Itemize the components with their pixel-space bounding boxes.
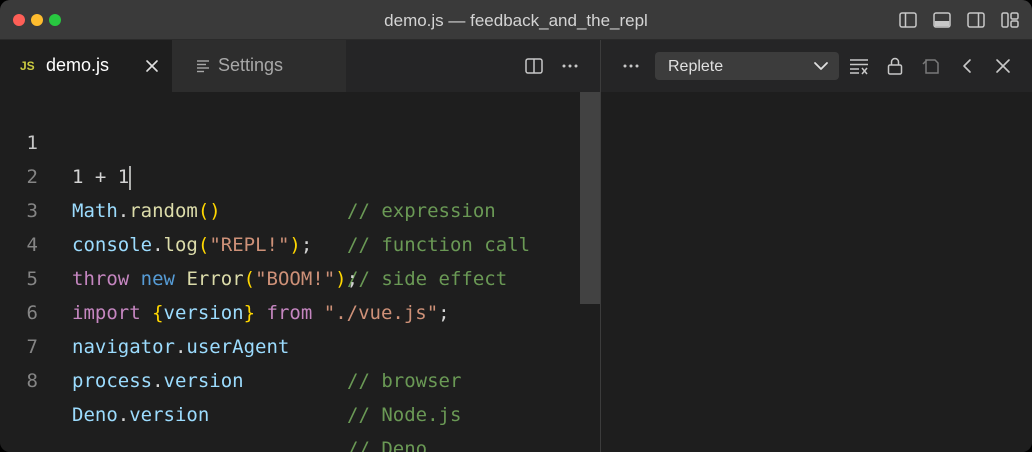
chevron-left-icon[interactable] [957, 56, 977, 76]
app-window: demo.js — feedback_and_the_repl JS demo.… [0, 0, 1032, 452]
editor-scrollbar[interactable] [580, 92, 600, 304]
output-channel-value: Replete [668, 58, 724, 75]
chevron-down-icon [813, 59, 829, 73]
more-actions-icon[interactable] [621, 56, 641, 76]
output-panel-body [601, 92, 1032, 452]
code-comment: // browser [347, 370, 462, 392]
split-editor-icon[interactable] [524, 56, 544, 76]
toggle-primary-sidebar-icon[interactable] [898, 10, 918, 30]
code-text: process.version [72, 370, 244, 392]
code-line: 1 1 + 1 // expression [0, 92, 580, 222]
customize-layout-icon[interactable] [1000, 10, 1020, 30]
tab-label: Settings [218, 55, 284, 75]
editor-actions [524, 56, 580, 76]
tab-settings[interactable]: Settings [172, 40, 346, 92]
code-editor[interactable]: 1 1 + 1 // expression 2 Math.random() //… [0, 92, 600, 452]
toggle-secondary-sidebar-icon[interactable] [966, 10, 986, 30]
code-line: 7 process.version // Node.js [0, 296, 580, 426]
line-number: 8 [26, 370, 38, 392]
code-line: 4 throw new Error("BOOM!"); [0, 194, 580, 290]
close-icon[interactable] [143, 57, 161, 75]
more-actions-icon[interactable] [560, 56, 580, 76]
tab-demo-js[interactable]: JS demo.js [0, 40, 172, 92]
output-channel-select[interactable]: Replete [655, 52, 839, 80]
output-panel-actions [849, 56, 1013, 76]
editor-tab-bar: JS demo.js Settings [0, 40, 600, 92]
settings-list-icon [196, 59, 210, 73]
window-title: demo.js — feedback_and_the_repl [384, 11, 648, 30]
toggle-panel-icon[interactable] [932, 10, 952, 30]
code-line: 5 import {version} from "./vue.js"; [0, 228, 580, 324]
output-panel-header: Replete [601, 40, 1032, 92]
code-text: Deno.version [72, 404, 210, 426]
code-comment: // Node.js [347, 404, 462, 426]
title-bar: demo.js — feedback_and_the_repl [0, 0, 1032, 40]
code-line: 6 navigator.userAgent // browser [0, 262, 580, 392]
code-line: 2 Math.random() // function call [0, 126, 580, 256]
lock-icon[interactable] [885, 56, 905, 76]
code-comment: // Deno [347, 438, 428, 452]
close-icon[interactable] [993, 56, 1013, 76]
clear-output-icon[interactable] [849, 56, 869, 76]
layout-controls [898, 10, 1020, 30]
open-output-in-editor-icon[interactable] [921, 56, 941, 76]
tab-label: demo.js [46, 55, 110, 75]
code-line: 3 console.log("REPL!"); // side effect [0, 160, 580, 290]
javascript-file-icon: JS [20, 59, 35, 73]
code-line: 8 Deno.version // Deno [0, 330, 580, 452]
